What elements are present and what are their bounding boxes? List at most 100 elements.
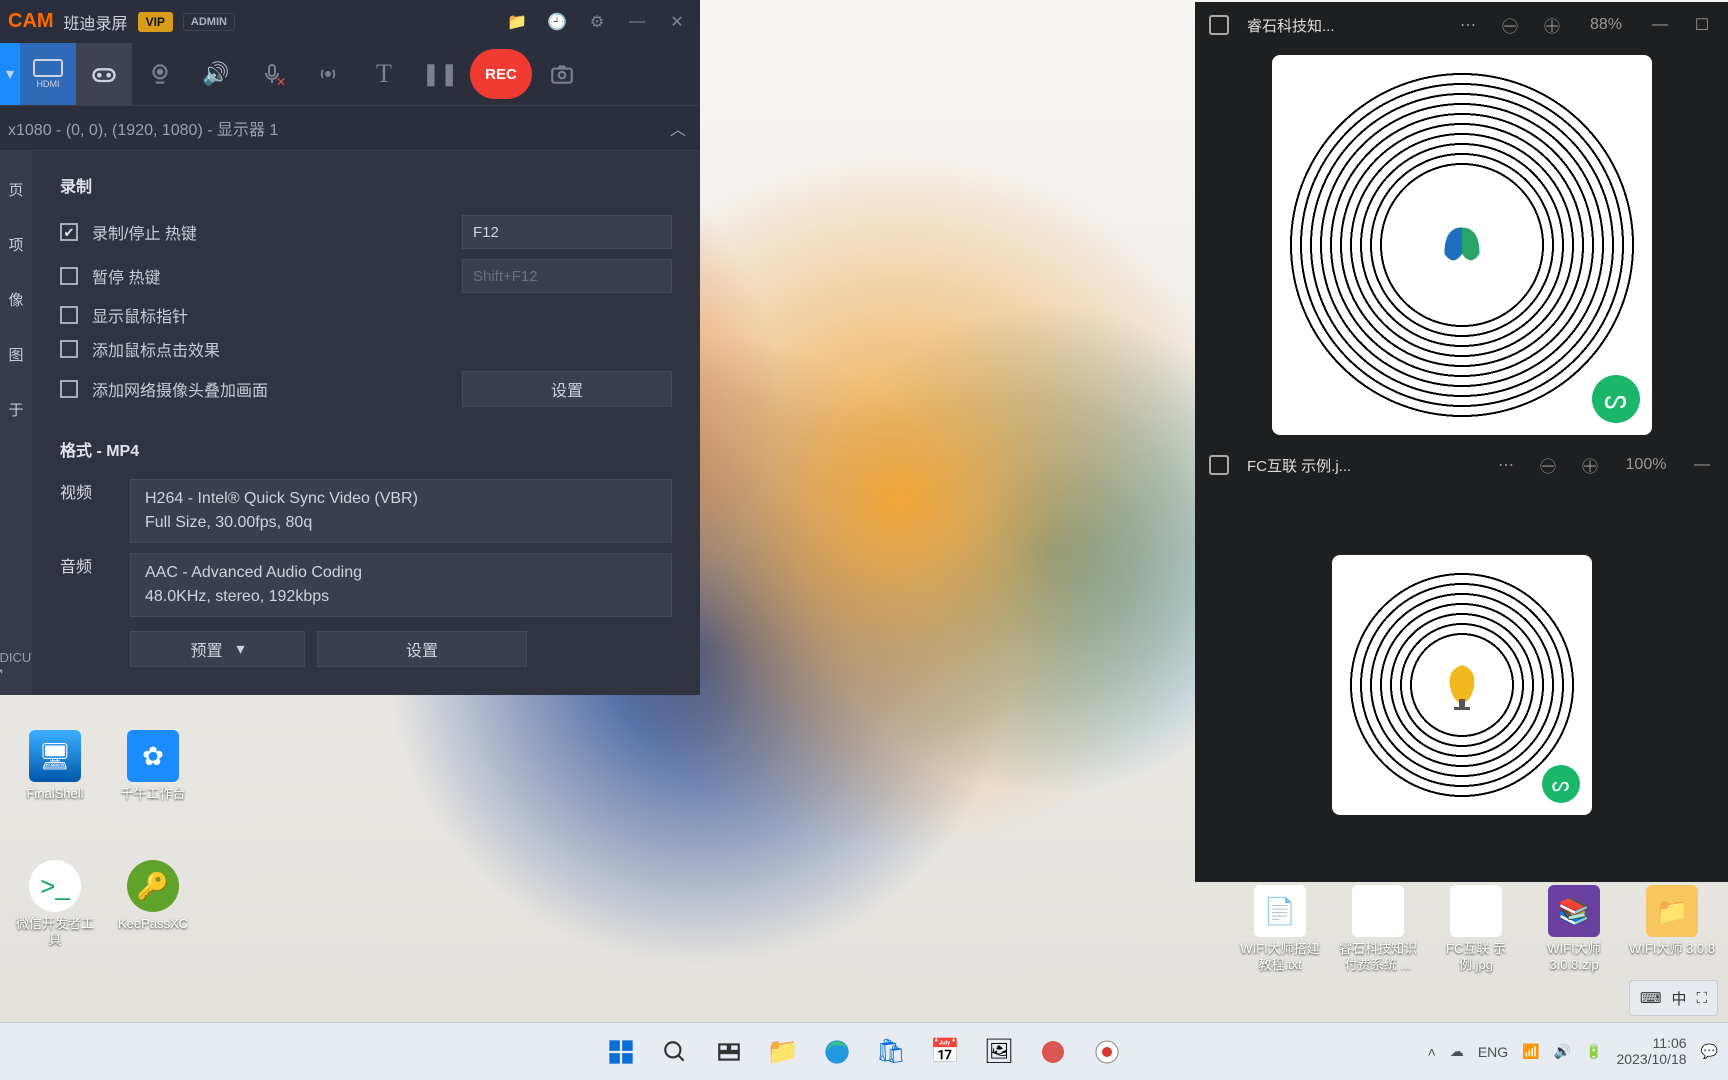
pv1-zoom-out-icon[interactable]: －⃝ [1498, 13, 1522, 37]
explorer-icon[interactable]: 📁 [761, 1030, 805, 1074]
pv2-zoom-value: 100% [1620, 456, 1672, 474]
photos-icon[interactable]: 🖼 [977, 1030, 1021, 1074]
btn-webcam-settings[interactable]: 设置 [462, 371, 672, 407]
pv1-maximize-icon[interactable]: ☐ [1690, 15, 1714, 35]
pv2-more-icon[interactable]: ⋯ [1494, 455, 1518, 475]
mode-game[interactable] [76, 43, 132, 105]
sidebar-tab-4[interactable]: 于 [8, 399, 23, 420]
desktop-icon-wifi-tutorial[interactable]: 📄 WIFI大师搭建教程.txt [1235, 885, 1325, 972]
section-format-heading: 格式 - MP4 [60, 437, 672, 461]
clock[interactable]: 11:06 2023/10/18 [1616, 1036, 1686, 1067]
desktop-icon-wxdev[interactable]: >_ 微信开发者工具 [10, 860, 100, 947]
wifi-icon[interactable]: 📶 [1522, 1043, 1539, 1060]
sidebar-tab-3[interactable]: 图 [8, 344, 23, 365]
settings-cog-icon[interactable]: ⚙ [582, 7, 612, 37]
vip-badge: VIP [138, 12, 173, 32]
taskbar: 📁 🛍 📅 🖼 ˄ ☁ ENG 📶 🔊 🔋 11:06 2023/10/18 💬 [0, 1022, 1728, 1080]
desktop-icon-qianniu[interactable]: ✿ 千牛工作台 [108, 730, 198, 802]
icon-label: 微信开发者工具 [10, 916, 100, 947]
screenshot-icon[interactable] [534, 43, 590, 105]
lbl-record-hotkey: 录制/停止 热键 [92, 220, 197, 244]
pv2-titlebar[interactable]: FC互联 示例.j... ⋯ －⃝ ＋⃝ 100% — [1195, 442, 1728, 488]
text-overlay-icon[interactable]: T [356, 43, 412, 105]
pv2-canvas[interactable]: ᔕ [1195, 488, 1728, 882]
battery-icon[interactable]: 🔋 [1585, 1043, 1602, 1060]
pv1-zoom-in-icon[interactable]: ＋⃝ [1540, 13, 1564, 37]
pv2-zoom-in-icon[interactable]: ＋⃝ [1578, 453, 1602, 477]
calendar-icon[interactable]: 📅 [923, 1030, 967, 1074]
edge-icon[interactable] [815, 1030, 859, 1074]
ime-layout-icon[interactable]: ⛶ [1696, 990, 1707, 1007]
mode-dropdown-handle[interactable]: ▾ [0, 43, 20, 105]
pv2-minimize-icon[interactable]: — [1690, 456, 1714, 474]
section-record-heading: 录制 [60, 173, 672, 197]
lbl-click-fx: 添加鼠标点击效果 [92, 337, 220, 361]
pv1-more-icon[interactable]: ⋯ [1456, 15, 1480, 35]
time-text: 11:06 [1616, 1036, 1686, 1051]
lbl-show-cursor: 显示鼠标指针 [92, 303, 188, 327]
language-icon[interactable]: ENG [1478, 1044, 1508, 1060]
pv1-minimize-icon[interactable]: — [1648, 16, 1672, 34]
sidebar-tab-2[interactable]: 像 [8, 289, 23, 310]
onedrive-icon[interactable]: ☁ [1450, 1043, 1464, 1060]
mode-hdmi[interactable]: HDMI [20, 43, 76, 105]
chk-record-hotkey[interactable] [60, 223, 78, 241]
desktop-icon-fclian[interactable]: 🖼 FC互联 示例.jpg [1431, 885, 1521, 972]
bandicam-window: CAM 班迪录屏 VIP ADMIN 📁 🕘 ⚙ — ✕ ▾ HDMI 🔊 ✕ … [0, 0, 700, 695]
audio-codec-info: AAC - Advanced Audio Coding 48.0KHz, ste… [130, 553, 672, 617]
desktop-icon-finalshell[interactable]: 🖥 FinalShell [10, 730, 100, 802]
desktop-icon-wifi-zip[interactable]: 📚 WIFI大师 3.0.8.zip [1529, 885, 1619, 972]
sidebar-tab-0[interactable]: 页 [8, 179, 23, 200]
icon-label: FinalShell [26, 786, 83, 802]
pause-icon[interactable]: ❚❚ [412, 43, 468, 105]
broadcast-icon[interactable] [300, 43, 356, 105]
task-view-icon[interactable] [707, 1030, 751, 1074]
desktop-icon-keepass[interactable]: 🔑 KeePassXC [108, 860, 198, 932]
chk-webcam-overlay[interactable] [60, 380, 78, 398]
btn-format-settings[interactable]: 设置 [317, 631, 527, 667]
chk-show-cursor[interactable] [60, 306, 78, 324]
notifications-icon[interactable]: 💬 [1701, 1043, 1718, 1060]
volume-icon[interactable]: 🔊 [1554, 1043, 1571, 1060]
photo-viewer-2: FC互联 示例.j... ⋯ －⃝ ＋⃝ 100% — ᔕ [1195, 442, 1728, 882]
bandicam-titlebar[interactable]: CAM 班迪录屏 VIP ADMIN 📁 🕘 ⚙ — ✕ [0, 0, 700, 43]
pv2-zoom-out-icon[interactable]: －⃝ [1536, 453, 1560, 477]
store-icon[interactable]: 🛍 [869, 1030, 913, 1074]
qr-code-2: ᔕ [1332, 555, 1592, 815]
qr-code-1: ᔕ [1272, 55, 1652, 435]
input-record-hotkey[interactable]: F12 [462, 215, 672, 249]
chevron-up-icon[interactable]: ︿ [670, 116, 686, 140]
preset-dropdown[interactable]: 预置 ▾ [130, 631, 305, 667]
bandicam-taskbar-icon[interactable] [1085, 1030, 1129, 1074]
speaker-icon[interactable]: 🔊 [188, 43, 244, 105]
open-folder-icon[interactable]: 📁 [502, 7, 532, 37]
icon-label: WIFI大师 3.0.8.zip [1529, 941, 1619, 972]
tray-chevron-icon[interactable]: ˄ [1428, 1044, 1436, 1060]
sidebar-tab-1[interactable]: 项 [8, 234, 23, 255]
ime-keyboard-icon[interactable]: ⌨ [1640, 989, 1662, 1007]
chevron-down-icon: ▾ [236, 639, 244, 659]
webcam-icon[interactable] [132, 43, 188, 105]
history-icon[interactable]: 🕘 [542, 7, 572, 37]
pv1-titlebar[interactable]: 睿石科技知... ⋯ －⃝ ＋⃝ 88% — ☐ [1195, 2, 1728, 48]
search-icon[interactable] [653, 1030, 697, 1074]
taskbar-center: 📁 🛍 📅 🖼 [599, 1030, 1129, 1074]
desktop-icon-ruishi[interactable]: 🖼 睿石科技知识付费系统 ... [1333, 885, 1423, 972]
desktop-icon-wifi-folder[interactable]: 📁 WIFI大师 3.0.8 [1627, 885, 1717, 957]
start-button[interactable] [599, 1030, 643, 1074]
pv1-filename: 睿石科技知... [1247, 15, 1335, 36]
app-pinned-1[interactable] [1031, 1030, 1075, 1074]
minimize-icon[interactable]: — [622, 7, 652, 37]
pv1-canvas[interactable]: ᔕ [1195, 48, 1728, 442]
mic-mute-icon[interactable]: ✕ [244, 43, 300, 105]
chk-click-fx[interactable] [60, 340, 78, 358]
ime-lang-zh[interactable]: 中 [1671, 988, 1686, 1009]
date-text: 2023/10/18 [1616, 1052, 1686, 1067]
chk-pause-hotkey[interactable] [60, 267, 78, 285]
close-icon[interactable]: ✕ [662, 7, 692, 37]
icon-label: 千牛工作台 [120, 786, 185, 802]
video-line2: Full Size, 30.00fps, 80q [145, 514, 657, 532]
record-button[interactable]: REC [470, 49, 532, 99]
capture-area-info[interactable]: x1080 - (0, 0), (1920, 1080) - 显示器 1 ︿ [0, 105, 700, 151]
bandicam-logo: CAM [8, 10, 54, 33]
